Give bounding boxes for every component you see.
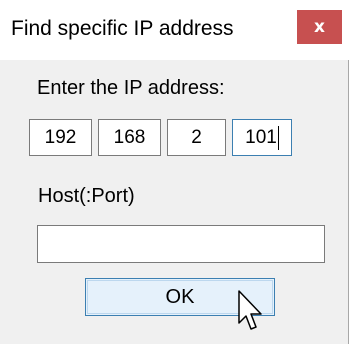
find-ip-dialog: Find specific IP address x Enter the IP … <box>0 0 349 344</box>
close-icon: x <box>314 17 325 37</box>
host-port-input[interactable] <box>37 225 325 263</box>
ip-octet-4-value: 101 <box>245 127 277 148</box>
mouse-pointer-icon <box>238 290 262 330</box>
ip-octet-1-value: 192 <box>44 127 77 148</box>
ok-button-label: OK <box>165 286 195 308</box>
title-bar[interactable]: Find specific IP address x <box>0 0 349 60</box>
text-caret <box>277 125 279 150</box>
ip-octet-1-input[interactable]: 192 <box>29 119 92 156</box>
close-button[interactable]: x <box>297 10 342 44</box>
ip-octet-2-value: 168 <box>113 127 146 148</box>
ip-octet-2-input[interactable]: 168 <box>98 119 161 156</box>
ip-octet-4-input[interactable]: 101 <box>232 119 292 156</box>
window-title: Find specific IP address <box>11 17 234 40</box>
ip-octet-3-input[interactable]: 2 <box>167 119 226 156</box>
ip-address-label: Enter the IP address: <box>37 77 225 99</box>
host-port-label: Host(:Port) <box>38 185 135 207</box>
ip-octet-3-value: 2 <box>191 127 202 148</box>
